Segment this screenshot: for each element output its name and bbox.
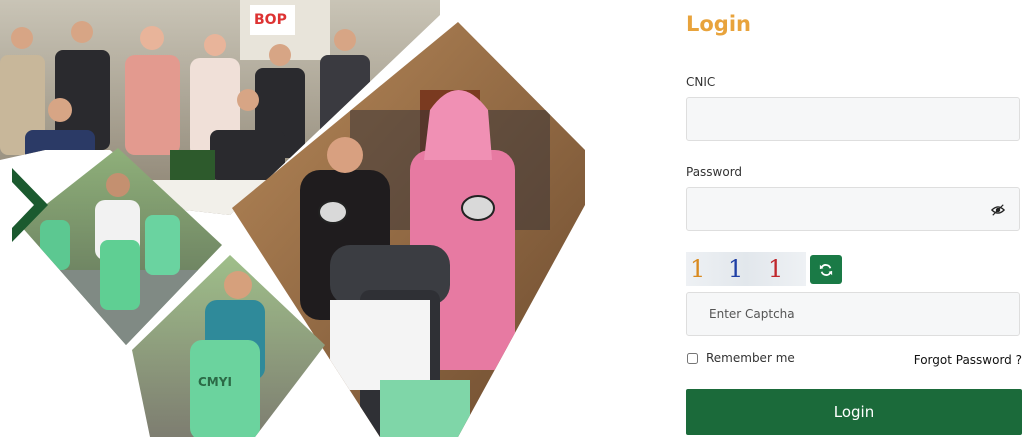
password-input[interactable]: [687, 188, 1019, 230]
captcha-image: 1 1 1: [686, 252, 806, 286]
captcha-input[interactable]: [687, 293, 1019, 335]
forgot-password-link[interactable]: Forgot Password ?: [914, 353, 1022, 367]
refresh-icon: [819, 263, 833, 276]
captcha-refresh-button[interactable]: [810, 255, 842, 284]
remember-checkbox[interactable]: [687, 352, 698, 364]
login-form: Login CNIC Password 1 1 1 Remember me Fo…: [686, 0, 1022, 437]
login-button[interactable]: Login: [686, 389, 1022, 435]
cnic-label: CNIC: [686, 75, 716, 89]
password-label: Password: [686, 165, 743, 179]
banner-text: BOP: [254, 12, 287, 28]
captcha-char-2: 1: [728, 255, 744, 283]
cnic-input[interactable]: [687, 98, 1019, 140]
collage-graphic: BOP CMYI: [0, 0, 585, 437]
login-title: Login: [686, 12, 751, 36]
remember-label: Remember me: [706, 351, 795, 365]
captcha-field-wrapper: [686, 292, 1020, 336]
password-field-wrapper: [686, 187, 1020, 231]
captcha-char-1: 1: [690, 255, 706, 283]
eye-icon[interactable]: [991, 203, 1005, 217]
captcha-char-3: 1: [768, 255, 784, 283]
hero-collage: BOP CMYI: [0, 0, 600, 437]
cnic-field-wrapper: [686, 97, 1020, 141]
remember-me[interactable]: Remember me: [686, 351, 795, 365]
scooter-text: CMYI: [198, 375, 232, 389]
